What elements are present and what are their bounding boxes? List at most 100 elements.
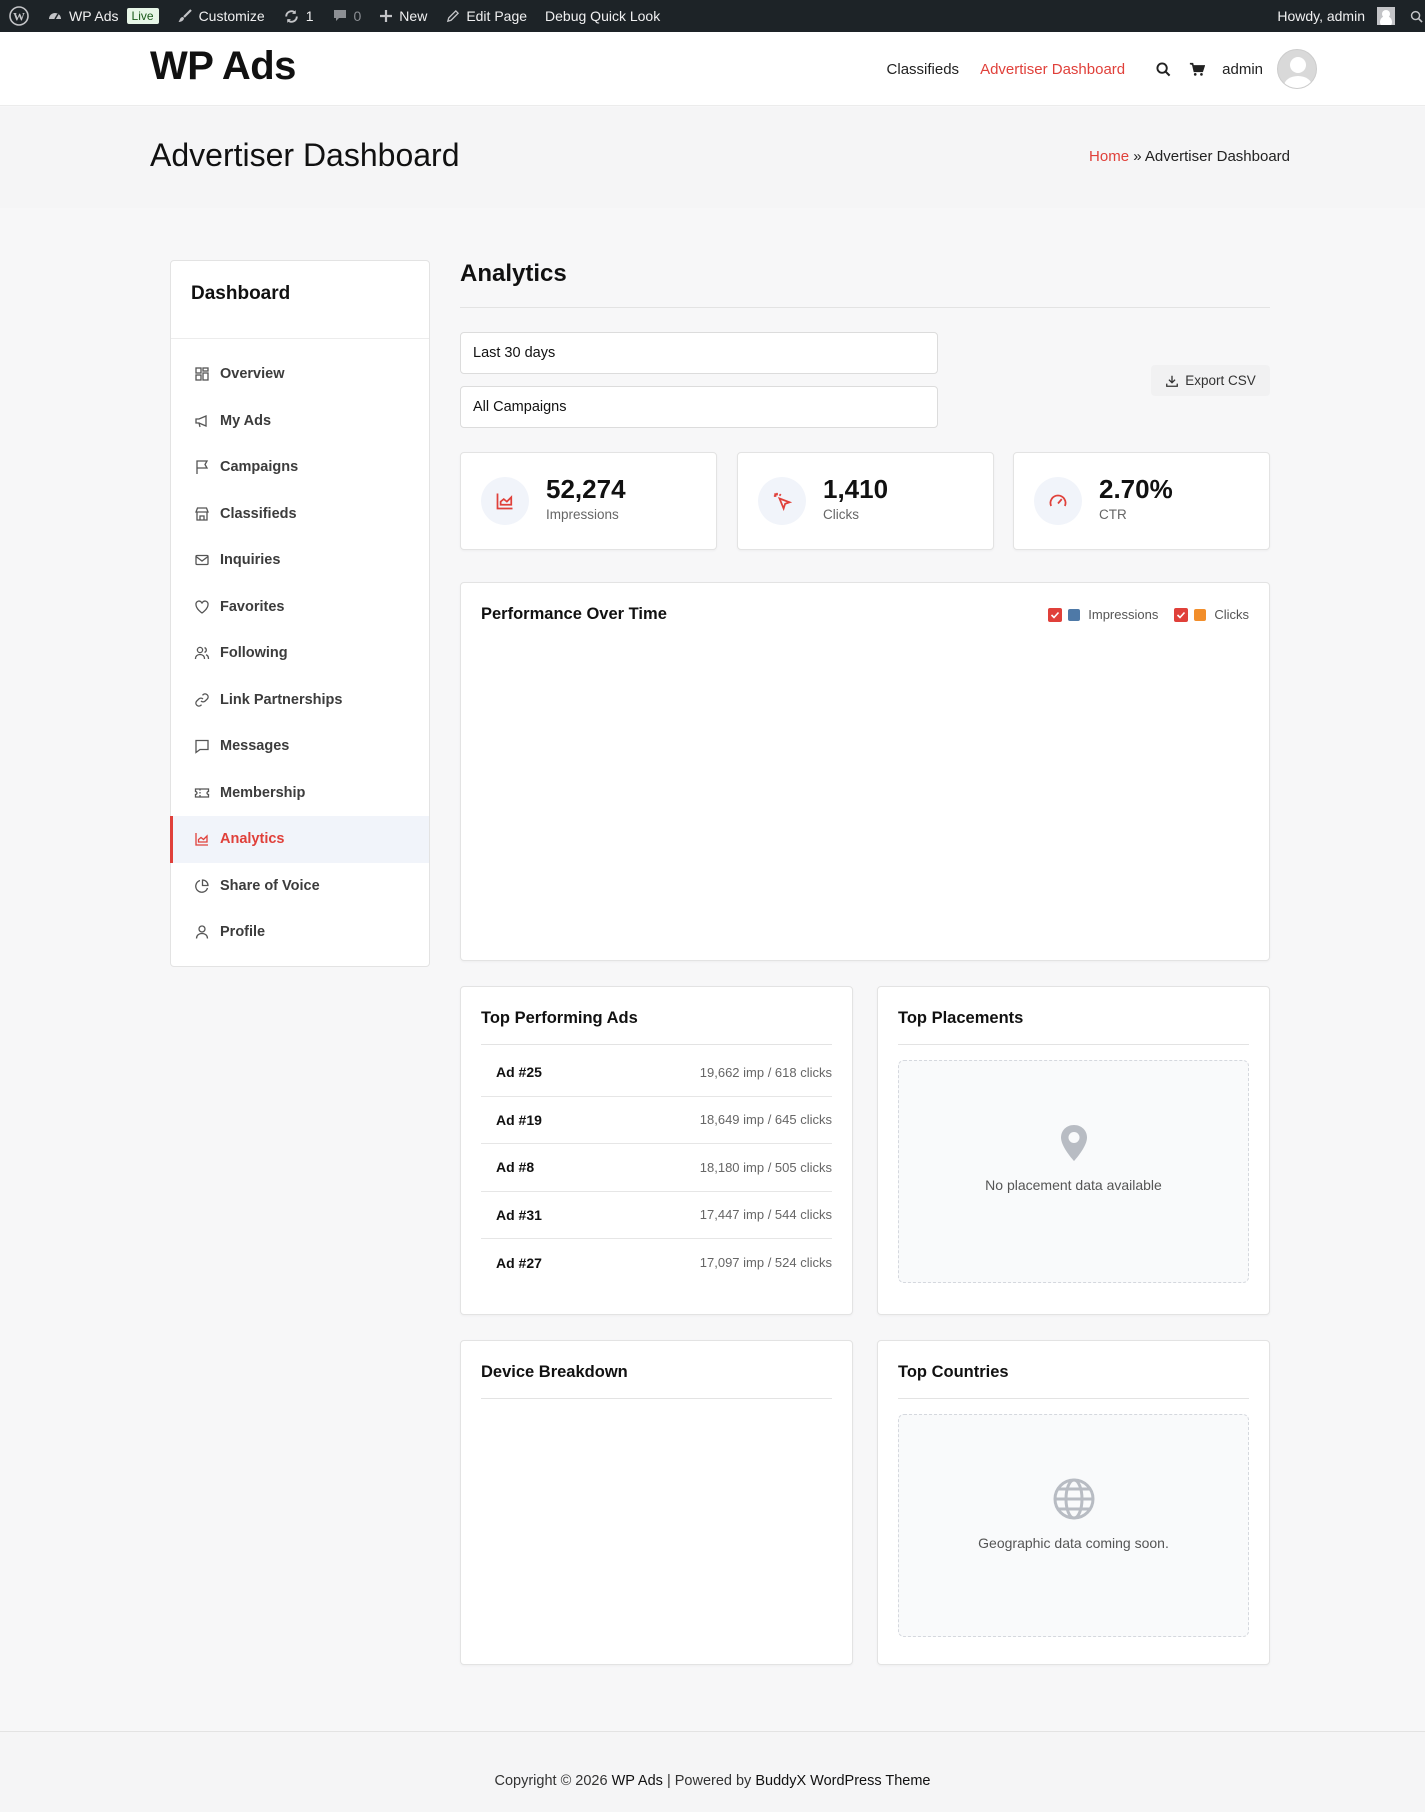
sidebar-item-label: Messages: [220, 738, 290, 755]
store-icon: [195, 507, 209, 521]
greeting: Howdy, admin: [1277, 8, 1365, 24]
sidebar-item-profile[interactable]: Profile: [171, 909, 429, 956]
stat-value: 52,274: [546, 474, 626, 504]
plus-icon: [380, 10, 393, 22]
admin-bar-site[interactable]: WP Ads Live: [38, 0, 168, 32]
wordpress-logo-icon[interactable]: W: [0, 0, 38, 32]
page-title: Advertiser Dashboard: [150, 137, 460, 173]
sidebar-item-campaigns[interactable]: Campaigns: [171, 444, 429, 491]
divider: [898, 1398, 1249, 1399]
search-icon[interactable]: [1146, 52, 1180, 86]
cart-icon[interactable]: [1180, 52, 1214, 86]
cursor-click-icon: [758, 477, 806, 525]
sidebar-item-messages[interactable]: Messages: [171, 723, 429, 770]
sidebar-item-link-partnerships[interactable]: Link Partnerships: [171, 677, 429, 724]
card-title: Performance Over Time: [481, 605, 667, 623]
sidebar-item-inquiries[interactable]: Inquiries: [171, 537, 429, 584]
empty-state-text: No placement data available: [985, 1177, 1162, 1193]
stat-card-impressions: 52,274 Impressions: [460, 452, 717, 550]
user-avatar[interactable]: [1277, 49, 1317, 89]
stat-value: 2.70%: [1099, 474, 1173, 504]
breadcrumb-current: Advertiser Dashboard: [1144, 148, 1290, 165]
sidebar-item-label: Membership: [220, 784, 306, 801]
mail-icon: [195, 555, 209, 566]
admin-bar-site-name: WP Ads: [69, 8, 119, 24]
sidebar-item-following[interactable]: Following: [171, 630, 429, 677]
sidebar-item-my-ads[interactable]: My Ads: [171, 398, 429, 445]
breadcrumb-separator: »: [1133, 148, 1142, 165]
sidebar-item-label: Overview: [220, 366, 285, 383]
breadcrumb-home[interactable]: Home: [1089, 148, 1129, 165]
sidebar-item-overview[interactable]: Overview: [171, 351, 429, 398]
ad-name: Ad #31: [496, 1206, 542, 1223]
chart-legend: Impressions Clicks: [1048, 607, 1249, 622]
ad-name: Ad #27: [496, 1254, 542, 1271]
campaign-select[interactable]: All Campaigns: [460, 386, 938, 428]
ad-stats: 18,649 imp / 645 clicks: [699, 1112, 832, 1128]
svg-text:W: W: [13, 10, 25, 24]
device-breakdown-card: Device Breakdown: [460, 1340, 853, 1665]
list-item[interactable]: Ad #8 18,180 imp / 505 clicks: [481, 1144, 832, 1192]
new-label: New: [399, 8, 428, 24]
checkmark-icon: [1177, 611, 1186, 619]
megaphone-icon: [195, 414, 207, 427]
line-chart-icon: [481, 477, 529, 525]
sidebar-item-label: Profile: [220, 924, 266, 941]
download-icon: [1166, 375, 1179, 387]
admin-bar-search[interactable]: [1404, 0, 1425, 32]
date-range-select[interactable]: Last 30 days: [460, 332, 938, 374]
footer-copyright: Copyright © 2026: [494, 1773, 608, 1789]
performance-card: Performance Over Time Impressions Clicks: [460, 582, 1270, 961]
sidebar-item-favorites[interactable]: Favorites: [171, 584, 429, 631]
card-title: Top Countries: [898, 1363, 1009, 1381]
export-csv-button[interactable]: Export CSV: [1151, 365, 1270, 396]
nav-username[interactable]: admin: [1222, 61, 1263, 78]
sidebar-item-share-of-voice[interactable]: Share of Voice: [171, 863, 429, 910]
comments-count: 0: [353, 8, 362, 24]
sidebar-item-analytics[interactable]: Analytics: [170, 816, 429, 863]
stat-card-ctr: 2.70% CTR: [1013, 452, 1270, 550]
footer-site-link[interactable]: WP Ads: [612, 1773, 663, 1789]
ad-name: Ad #19: [496, 1111, 542, 1128]
ad-stats: 17,097 imp / 524 clicks: [699, 1255, 832, 1271]
sidebar-item-label: My Ads: [220, 412, 272, 429]
user-icon: [195, 925, 209, 939]
stat-value: 1,410: [823, 474, 889, 504]
card-title: Top Placements: [898, 1009, 1024, 1027]
legend-checkbox-impressions[interactable]: [1048, 607, 1063, 622]
admin-bar-account[interactable]: Howdy, admin: [1268, 0, 1404, 32]
ticket-icon: [194, 788, 210, 798]
globe-icon: [1053, 1478, 1094, 1520]
sidebar-item-membership[interactable]: Membership: [171, 770, 429, 817]
ad-name: Ad #8: [496, 1159, 535, 1176]
legend-checkbox-clicks[interactable]: [1174, 607, 1189, 622]
admin-bar-new[interactable]: New: [370, 0, 436, 32]
ad-stats: 17,447 imp / 544 clicks: [699, 1207, 832, 1223]
site-title[interactable]: WP Ads: [150, 44, 296, 89]
admin-bar-comments[interactable]: 0: [323, 0, 371, 32]
pie-chart-icon: [195, 879, 209, 893]
divider: [898, 1044, 1249, 1045]
footer-powered-by: | Powered by: [666, 1773, 752, 1789]
section-title: Analytics: [460, 260, 567, 287]
admin-bar-debug[interactable]: Debug Quick Look: [536, 0, 669, 32]
chart-icon: [195, 833, 208, 846]
admin-bar-edit-page[interactable]: Edit Page: [436, 0, 536, 32]
top-ads-list: Ad #25 19,662 imp / 618 clicks Ad #19 18…: [481, 1049, 832, 1287]
list-item[interactable]: Ad #19 18,649 imp / 645 clicks: [481, 1097, 832, 1144]
list-item[interactable]: Ad #27 17,097 imp / 524 clicks: [481, 1239, 832, 1287]
nav-advertiser-dashboard[interactable]: Advertiser Dashboard: [980, 61, 1125, 78]
stat-label: Impressions: [546, 507, 619, 522]
debug-label: Debug Quick Look: [545, 8, 661, 24]
updates-icon: [284, 9, 298, 23]
footer-theme-link[interactable]: BuddyX WordPress Theme: [755, 1773, 930, 1789]
nav-classifieds[interactable]: Classifieds: [887, 61, 960, 78]
sidebar-item-label: Link Partnerships: [220, 691, 343, 708]
list-item[interactable]: Ad #31 17,447 imp / 544 clicks: [481, 1192, 832, 1239]
sidebar-item-classifieds[interactable]: Classifieds: [171, 491, 429, 538]
users-icon: [194, 647, 210, 660]
list-item[interactable]: Ad #25 19,662 imp / 618 clicks: [481, 1049, 832, 1097]
admin-bar-updates[interactable]: 1: [274, 0, 323, 32]
sidebar-title: Dashboard: [171, 261, 429, 339]
admin-bar-customize[interactable]: Customize: [168, 0, 274, 32]
